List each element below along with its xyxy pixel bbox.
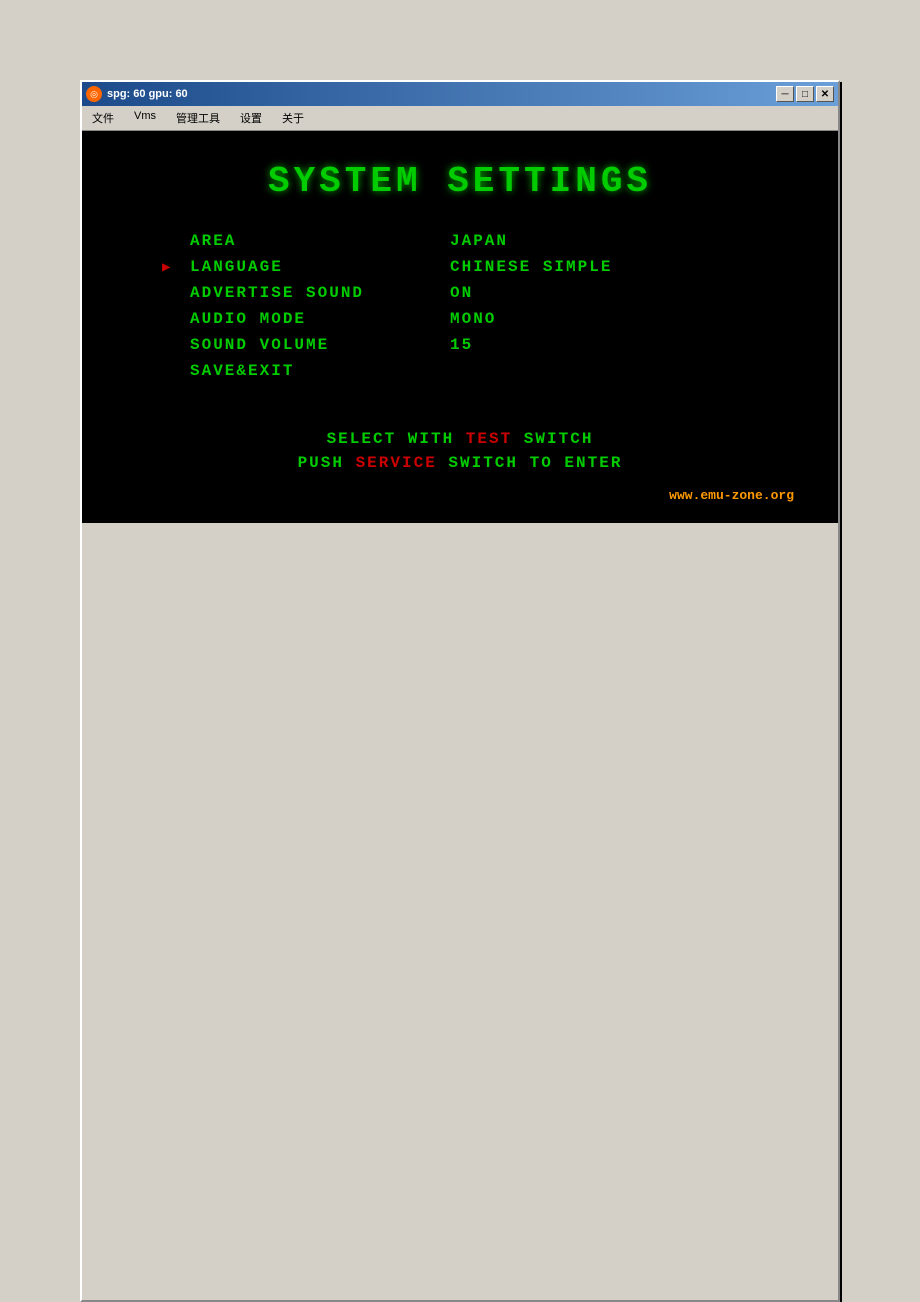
- settings-table: AREA JAPAN ▶ LANGUAGE CHINESE SIMPLE ADV…: [162, 232, 798, 380]
- row-label-sound-volume: SOUND VOLUME: [190, 336, 450, 354]
- menu-item-file[interactable]: 文件: [86, 108, 120, 128]
- row-value-area: JAPAN: [450, 232, 508, 250]
- instr-2-part-2: SWITCH TO ENTER: [437, 454, 623, 472]
- main-window: ◎ spg: 60 gpu: 60 ─ □ ✕ 文件 Vms 管理工具 设置 关…: [80, 80, 840, 1302]
- row-arrow-sound-volume: [162, 337, 182, 353]
- title-bar-left: ◎ spg: 60 gpu: 60: [86, 86, 188, 102]
- row-arrow-save-exit: [162, 363, 182, 379]
- menu-item-about[interactable]: 关于: [276, 108, 310, 128]
- row-label-save-exit: SAVE&EXIT: [190, 362, 450, 380]
- row-label-area: AREA: [190, 232, 450, 250]
- instr-2-part-1: PUSH: [298, 454, 356, 472]
- settings-row-sound-volume: SOUND VOLUME 15: [162, 336, 798, 354]
- settings-row-audio-mode: AUDIO MODE MONO: [162, 310, 798, 328]
- row-value-audio-mode: MONO: [450, 310, 496, 328]
- instr-1-highlight: TEST: [466, 430, 512, 448]
- row-arrow-advertise-sound: [162, 285, 182, 301]
- screen-title: SYSTEM SETTINGS: [122, 161, 798, 202]
- watermark-text: www.emu-zone.org: [669, 488, 794, 503]
- menu-item-settings[interactable]: 设置: [234, 108, 268, 128]
- instruction-line-1: SELECT WITH TEST SWITCH: [122, 430, 798, 448]
- close-button[interactable]: ✕: [816, 86, 834, 102]
- maximize-button[interactable]: □: [796, 86, 814, 102]
- menu-item-vms[interactable]: Vms: [128, 108, 162, 128]
- row-arrow-audio-mode: [162, 311, 182, 327]
- window-title: spg: 60 gpu: 60: [107, 88, 188, 100]
- desktop: ◎ spg: 60 gpu: 60 ─ □ ✕ 文件 Vms 管理工具 设置 关…: [0, 0, 920, 1302]
- bottom-instructions: SELECT WITH TEST SWITCH PUSH SERVICE SWI…: [122, 430, 798, 488]
- watermark: www.emu-zone.org: [122, 488, 798, 503]
- instr-1-part-2: SWITCH: [512, 430, 593, 448]
- instr-2-highlight: SERVICE: [356, 454, 437, 472]
- row-value-advertise-sound: ON: [450, 284, 473, 302]
- row-value-language: CHINESE SIMPLE: [450, 258, 612, 276]
- row-label-language: LANGUAGE: [190, 258, 450, 276]
- row-value-sound-volume: 15: [450, 336, 473, 354]
- row-arrow-language: ▶: [162, 259, 182, 276]
- minimize-button[interactable]: ─: [776, 86, 794, 102]
- window-icon: ◎: [86, 86, 102, 102]
- row-label-audio-mode: AUDIO MODE: [190, 310, 450, 328]
- row-label-advertise-sound: ADVERTISE SOUND: [190, 284, 450, 302]
- settings-row-area: AREA JAPAN: [162, 232, 798, 250]
- settings-row-advertise-sound: ADVERTISE SOUND ON: [162, 284, 798, 302]
- title-bar: ◎ spg: 60 gpu: 60 ─ □ ✕: [82, 82, 838, 106]
- title-buttons: ─ □ ✕: [776, 86, 834, 102]
- settings-row-language: ▶ LANGUAGE CHINESE SIMPLE: [162, 258, 798, 276]
- instruction-line-2: PUSH SERVICE SWITCH TO ENTER: [122, 454, 798, 472]
- game-screen: SYSTEM SETTINGS AREA JAPAN ▶ LANGUAGE CH…: [82, 131, 838, 523]
- row-arrow-area: [162, 233, 182, 249]
- menu-item-tools[interactable]: 管理工具: [170, 108, 226, 128]
- menu-bar: 文件 Vms 管理工具 设置 关于: [82, 106, 838, 131]
- instr-1-part-1: SELECT WITH: [327, 430, 466, 448]
- settings-row-save-exit: SAVE&EXIT: [162, 362, 798, 380]
